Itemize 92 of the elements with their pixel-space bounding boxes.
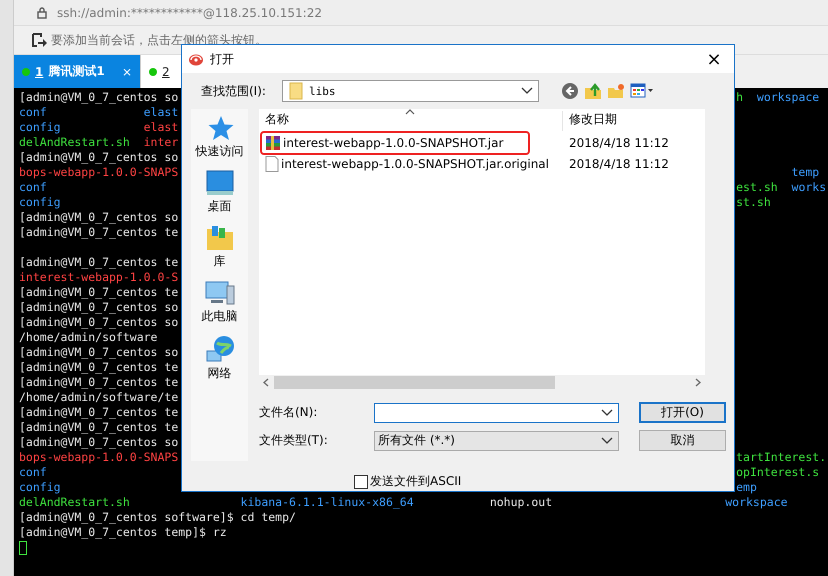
arrow-icon[interactable] [31, 32, 47, 48]
file-name-label: 文件名(N): [259, 404, 318, 421]
folder-up-icon[interactable] [584, 82, 602, 100]
terminal-text: /home/admin/software [19, 330, 158, 344]
view-menu-icon[interactable] [630, 83, 654, 99]
library-folder-icon [206, 225, 234, 251]
file-type-dropdown[interactable]: 所有文件 (*.*) [374, 430, 619, 450]
terminal-text: [admin@VM_0_7_centos temp]$ rz [19, 525, 227, 539]
cancel-button[interactable]: 取消 [639, 430, 726, 451]
terminal-text: [admin@VM_0_7_centos te [19, 420, 178, 434]
terminal-text: h [736, 90, 744, 104]
terminal-text: inter [142, 135, 178, 149]
terminal-text: [admin@VM_0_7_centos so [19, 150, 178, 164]
terminal-text: [admin@VM_0_7_centos te [19, 360, 178, 374]
terminal-text: /home/admin/software/te [19, 390, 178, 404]
desktop-icon [206, 170, 234, 196]
place-item[interactable]: 桌面 [206, 170, 234, 215]
terminal-text: opInterest.s [736, 465, 820, 479]
tab-number: 1 [35, 64, 44, 78]
tab-number: 2 [162, 64, 170, 78]
terminal-text: config [19, 120, 61, 134]
terminal-text: conf [19, 465, 47, 479]
terminal-text: nohup.out [488, 495, 552, 509]
app-logo-icon [188, 52, 204, 66]
close-button[interactable]: × [694, 48, 734, 70]
terminal-text: conf [19, 105, 47, 119]
terminal-text: [admin@VM_0_7_centos so [19, 435, 178, 449]
terminal-text: works [790, 180, 826, 194]
terminal-text: elast [142, 105, 178, 119]
dialog-title: 打开 [210, 50, 234, 68]
terminal-text: conf [19, 180, 47, 194]
terminal-text: temp [790, 165, 820, 179]
file-icon [265, 156, 279, 172]
terminal-text: [admin@VM_0_7_centos so [19, 210, 178, 224]
terminal-text: delAndRestart.sh [19, 495, 130, 509]
look-in-label: 查找范围(I): [200, 82, 267, 100]
terminal-text: [admin@VM_0_7_centos te [19, 285, 178, 299]
chevron-down-icon [521, 87, 533, 95]
file-item[interactable]: interest-webapp-1.0.0-SNAPSHOT.jar [262, 135, 524, 151]
open-button[interactable]: 打开(O) [639, 402, 726, 423]
terminal-text: delAndRestart.sh [19, 135, 130, 149]
file-type-label: 文件类型(T): [259, 432, 329, 449]
terminal-text: [admin@VM_0_7_centos software]$ cd temp/ [19, 510, 296, 524]
file-name-input[interactable] [374, 402, 619, 422]
place-item[interactable]: 快速访问 [196, 115, 244, 160]
terminal-text: kibana-6.1.1-linux-x86_64 [240, 495, 414, 509]
computer-icon [204, 280, 234, 306]
sort-caret-icon [405, 109, 415, 115]
terminal-text: emp [736, 480, 757, 494]
session-tab[interactable]: 1 腾讯测试1 × [14, 55, 141, 88]
tab-label: 腾讯测试1 [48, 63, 105, 80]
folder-icon [289, 82, 303, 100]
column-header[interactable]: 修改日期 [563, 111, 705, 131]
terminal-text: bops-webapp-1.0.0-SNAPS [19, 450, 178, 464]
network-globe-icon [204, 335, 234, 363]
terminal-text: [admin@VM_0_7_centos te [19, 225, 178, 239]
terminal-text: [admin@VM_0_7_centos so [19, 300, 178, 314]
terminal-text: bops-webapp-1.0.0-SNAPS [19, 165, 178, 179]
new-folder-icon[interactable] [607, 82, 625, 100]
archive-icon [265, 135, 281, 151]
look-in-dropdown[interactable]: libs [282, 80, 539, 102]
status-dot-icon [149, 68, 157, 76]
terminal-text: tartInterest. [736, 450, 826, 464]
terminal-text: [admin@VM_0_7_centos te [19, 405, 178, 419]
close-tab-button[interactable]: × [122, 64, 132, 78]
status-dot-icon [22, 68, 30, 76]
terminal-text: st.sh [736, 195, 771, 209]
place-item[interactable]: 此电脑 [202, 280, 238, 325]
terminal-text: interest-webapp-1.0.0-S [19, 270, 178, 284]
terminal-text: config [19, 195, 61, 209]
terminal-text: [admin@VM_0_7_centos so [19, 315, 178, 329]
terminal-text: workspace [724, 495, 788, 509]
back-icon[interactable] [561, 82, 579, 100]
terminal-text: [admin@VM_0_7_centos so [19, 90, 178, 104]
date-cell-text: 2018/4/18 11:12 [568, 157, 670, 171]
file-item[interactable]: interest-webapp-1.0.0-SNAPSHOT.jar.original [262, 156, 549, 172]
chevron-down-icon [601, 408, 613, 416]
checkbox-label: 发送文件到ASCII [370, 473, 462, 490]
chevron-down-icon [601, 436, 613, 444]
place-item[interactable]: 库 [206, 225, 234, 270]
column-header[interactable]: 名称 [259, 111, 563, 131]
terminal-text: elast [142, 120, 178, 134]
date-cell-text: 2018/4/18 11:12 [568, 136, 670, 150]
terminal-text: [admin@VM_0_7_centos te [19, 375, 178, 389]
lock-icon [37, 6, 47, 18]
terminal-text: [admin@VM_0_7_centos so [19, 345, 178, 359]
terminal-text: est.sh [736, 180, 778, 194]
checkbox[interactable] [354, 474, 368, 488]
terminal-text: config [19, 480, 61, 494]
place-item[interactable]: 网络 [204, 335, 234, 382]
terminal-text: [admin@VM_0_7_centos te [19, 255, 178, 269]
terminal-text: workspace [756, 90, 820, 104]
